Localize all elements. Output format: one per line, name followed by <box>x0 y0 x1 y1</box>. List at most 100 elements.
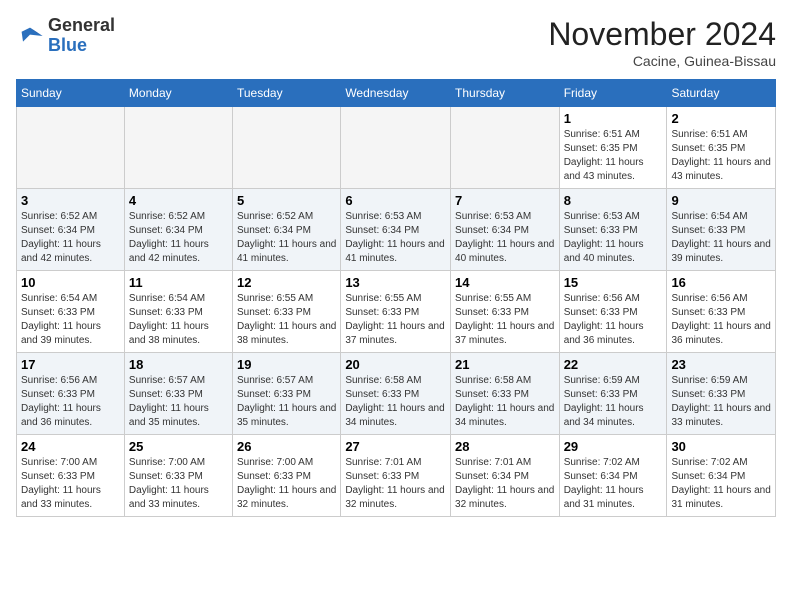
day-number: 14 <box>455 275 555 290</box>
day-number: 6 <box>345 193 446 208</box>
day-header-sunday: Sunday <box>17 80 125 107</box>
calendar-cell: 24 Sunrise: 7:00 AM Sunset: 6:33 PM Dayli… <box>17 435 125 517</box>
day-info: Sunrise: 6:58 AM Sunset: 6:33 PM Dayligh… <box>345 374 446 430</box>
day-number: 23 <box>671 357 771 372</box>
calendar-cell: 16Sunrise: 6:56 AM Sunset: 6:33 PM Dayli… <box>667 271 776 353</box>
calendar-cell: 6 Sunrise: 6:53 AM Sunset: 6:34 PM Daylig… <box>341 189 451 271</box>
calendar-cell <box>17 107 125 189</box>
logo-bird-icon <box>16 22 44 50</box>
day-info: Sunrise: 6:55 AM Sunset: 6:33 PM Dayligh… <box>345 292 446 348</box>
day-header-friday: Friday <box>559 80 667 107</box>
calendar-cell: 28 Sunrise: 7:01 AM Sunset: 6:34 PM Dayli… <box>451 435 560 517</box>
calendar-week-row: 3Sunrise: 6:52 AM Sunset: 6:34 PM Daylig… <box>17 189 776 271</box>
calendar-cell: 4Sunrise: 6:52 AM Sunset: 6:34 PM Daylig… <box>124 189 232 271</box>
day-number: 15 <box>564 275 663 290</box>
day-number: 11 <box>129 275 228 290</box>
calendar-cell: 9 Sunrise: 6:54 AM Sunset: 6:33 PM Daylig… <box>667 189 776 271</box>
day-info: Sunrise: 6:57 AM Sunset: 6:33 PM Dayligh… <box>129 374 228 430</box>
calendar-cell <box>451 107 560 189</box>
calendar-cell: 7Sunrise: 6:53 AM Sunset: 6:34 PM Daylig… <box>451 189 560 271</box>
calendar-cell: 18 Sunrise: 6:57 AM Sunset: 6:33 PM Dayli… <box>124 353 232 435</box>
calendar-header-row: SundayMondayTuesdayWednesdayThursdayFrid… <box>17 80 776 107</box>
day-number: 27 <box>345 439 446 454</box>
page-header: General Blue November 2024 Cacine, Guine… <box>16 16 776 69</box>
day-info: Sunrise: 6:52 AM Sunset: 6:34 PM Dayligh… <box>129 210 228 266</box>
calendar-cell: 17Sunrise: 6:56 AM Sunset: 6:33 PM Dayli… <box>17 353 125 435</box>
calendar-cell: 2 Sunrise: 6:51 AM Sunset: 6:35 PM Daylig… <box>667 107 776 189</box>
day-number: 13 <box>345 275 446 290</box>
day-info: Sunrise: 6:53 AM Sunset: 6:34 PM Dayligh… <box>345 210 446 266</box>
calendar-cell: 1Sunrise: 6:51 AM Sunset: 6:35 PM Daylig… <box>559 107 667 189</box>
logo: General Blue <box>16 16 115 56</box>
day-number: 28 <box>455 439 555 454</box>
logo-general-text: General <box>48 15 115 35</box>
day-info: Sunrise: 7:01 AM Sunset: 6:33 PM Dayligh… <box>345 456 446 512</box>
calendar-week-row: 1 Sunrise: 6:51 AM Sunset: 6:35 PM Daylig… <box>17 107 776 189</box>
day-info: Sunrise: 6:57 AM Sunset: 6:33 PM Dayligh… <box>237 374 336 430</box>
day-info: Sunrise: 6:59 AM Sunset: 6:33 PM Dayligh… <box>671 374 771 430</box>
day-number: 26 <box>237 439 336 454</box>
day-number: 19 <box>237 357 336 372</box>
day-number: 25 <box>129 439 228 454</box>
calendar-cell: 29Sunrise: 7:02 AM Sunset: 6:34 PM Dayli… <box>559 435 667 517</box>
day-header-tuesday: Tuesday <box>233 80 341 107</box>
day-header-saturday: Saturday <box>667 80 776 107</box>
day-number: 30 <box>671 439 771 454</box>
day-number: 7 <box>455 193 555 208</box>
day-info: Sunrise: 6:58 AM Sunset: 6:33 PM Dayligh… <box>455 374 555 430</box>
day-number: 8 <box>564 193 663 208</box>
calendar-cell: 20 Sunrise: 6:58 AM Sunset: 6:33 PM Dayli… <box>341 353 451 435</box>
day-info: Sunrise: 6:54 AM Sunset: 6:33 PM Dayligh… <box>129 292 228 348</box>
calendar-cell <box>124 107 232 189</box>
calendar-week-row: 10 Sunrise: 6:54 AM Sunset: 6:33 PM Dayli… <box>17 271 776 353</box>
calendar-cell: 25 Sunrise: 7:00 AM Sunset: 6:33 PM Dayli… <box>124 435 232 517</box>
day-info: Sunrise: 7:01 AM Sunset: 6:34 PM Dayligh… <box>455 456 555 512</box>
logo-blue-text: Blue <box>48 35 87 55</box>
day-number: 9 <box>671 193 771 208</box>
day-info: Sunrise: 6:54 AM Sunset: 6:33 PM Dayligh… <box>21 292 120 348</box>
day-info: Sunrise: 6:51 AM Sunset: 6:35 PM Dayligh… <box>671 128 771 184</box>
day-info: Sunrise: 6:52 AM Sunset: 6:34 PM Dayligh… <box>21 210 120 266</box>
calendar-cell: 23 Sunrise: 6:59 AM Sunset: 6:33 PM Dayli… <box>667 353 776 435</box>
calendar-cell: 21Sunrise: 6:58 AM Sunset: 6:33 PM Dayli… <box>451 353 560 435</box>
calendar-cell: 8Sunrise: 6:53 AM Sunset: 6:33 PM Daylig… <box>559 189 667 271</box>
calendar-cell: 14Sunrise: 6:55 AM Sunset: 6:33 PM Dayli… <box>451 271 560 353</box>
calendar-cell: 11 Sunrise: 6:54 AM Sunset: 6:33 PM Dayli… <box>124 271 232 353</box>
day-number: 2 <box>671 111 771 126</box>
calendar-cell: 12 Sunrise: 6:55 AM Sunset: 6:33 PM Dayli… <box>233 271 341 353</box>
calendar-cell: 19 Sunrise: 6:57 AM Sunset: 6:33 PM Dayli… <box>233 353 341 435</box>
calendar-cell: 27 Sunrise: 7:01 AM Sunset: 6:33 PM Dayli… <box>341 435 451 517</box>
day-number: 29 <box>564 439 663 454</box>
day-info: Sunrise: 7:02 AM Sunset: 6:34 PM Dayligh… <box>671 456 771 512</box>
calendar-cell: 5 Sunrise: 6:52 AM Sunset: 6:34 PM Daylig… <box>233 189 341 271</box>
day-number: 16 <box>671 275 771 290</box>
day-header-thursday: Thursday <box>451 80 560 107</box>
calendar-cell: 30 Sunrise: 7:02 AM Sunset: 6:34 PM Dayli… <box>667 435 776 517</box>
day-info: Sunrise: 7:00 AM Sunset: 6:33 PM Dayligh… <box>21 456 120 512</box>
day-number: 18 <box>129 357 228 372</box>
title-section: November 2024 Cacine, Guinea-Bissau <box>548 16 776 69</box>
day-info: Sunrise: 6:54 AM Sunset: 6:33 PM Dayligh… <box>671 210 771 266</box>
location-subtitle: Cacine, Guinea-Bissau <box>548 53 776 69</box>
calendar-table: SundayMondayTuesdayWednesdayThursdayFrid… <box>16 79 776 517</box>
calendar-cell <box>233 107 341 189</box>
day-info: Sunrise: 7:00 AM Sunset: 6:33 PM Dayligh… <box>129 456 228 512</box>
day-number: 20 <box>345 357 446 372</box>
day-info: Sunrise: 6:56 AM Sunset: 6:33 PM Dayligh… <box>21 374 120 430</box>
calendar-cell: 3Sunrise: 6:52 AM Sunset: 6:34 PM Daylig… <box>17 189 125 271</box>
day-number: 5 <box>237 193 336 208</box>
month-title: November 2024 <box>548 16 776 53</box>
day-number: 24 <box>21 439 120 454</box>
calendar-cell: 26 Sunrise: 7:00 AM Sunset: 6:33 PM Dayli… <box>233 435 341 517</box>
calendar-cell <box>341 107 451 189</box>
day-info: Sunrise: 6:55 AM Sunset: 6:33 PM Dayligh… <box>237 292 336 348</box>
calendar-cell: 22Sunrise: 6:59 AM Sunset: 6:33 PM Dayli… <box>559 353 667 435</box>
day-number: 1 <box>564 111 663 126</box>
day-number: 12 <box>237 275 336 290</box>
day-info: Sunrise: 6:59 AM Sunset: 6:33 PM Dayligh… <box>564 374 663 430</box>
day-number: 10 <box>21 275 120 290</box>
day-info: Sunrise: 7:00 AM Sunset: 6:33 PM Dayligh… <box>237 456 336 512</box>
day-info: Sunrise: 6:52 AM Sunset: 6:34 PM Dayligh… <box>237 210 336 266</box>
calendar-cell: 10 Sunrise: 6:54 AM Sunset: 6:33 PM Dayli… <box>17 271 125 353</box>
calendar-cell: 15Sunrise: 6:56 AM Sunset: 6:33 PM Dayli… <box>559 271 667 353</box>
